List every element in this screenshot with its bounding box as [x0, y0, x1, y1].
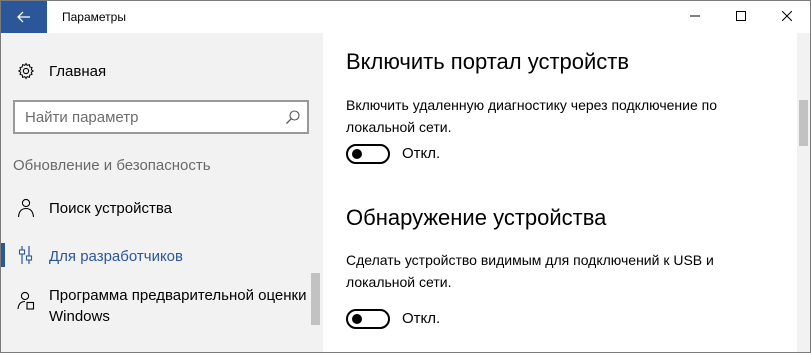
sidebar-item-insider[interactable]: Программа предварительной оценки Windows — [1, 285, 311, 335]
main-scrollbar-thumb[interactable] — [799, 100, 808, 146]
main-scrollbar-track[interactable] — [797, 33, 810, 352]
maximize-button[interactable] — [718, 1, 764, 33]
minimize-icon — [690, 8, 700, 26]
person-locate-icon — [17, 198, 35, 218]
toggle-state-label: Откл. — [402, 145, 441, 162]
toggle-knob — [352, 149, 362, 159]
search-icon[interactable] — [285, 109, 301, 125]
toggle-state-label: Откл. — [402, 310, 441, 327]
device-portal-toggle[interactable] — [346, 144, 390, 164]
sidebar-item-home[interactable]: Главная — [1, 53, 323, 89]
sidebar-item-developers[interactable]: Для разработчиков — [1, 243, 311, 273]
sidebar-item-label: Главная — [49, 63, 107, 80]
sidebar-item-label: Программа предварительной оценки — [49, 287, 307, 304]
sidebar: Главная Обновление и безопасность Поиск … — [1, 33, 323, 352]
section-heading-device-portal: Включить портал устройств — [346, 49, 630, 74]
section-header: Обновление и безопасность — [13, 157, 211, 174]
window-title: Параметры — [62, 10, 126, 24]
close-icon — [781, 8, 793, 26]
sidebar-item-label-line2: Windows — [49, 308, 110, 325]
sidebar-scrollbar-thumb[interactable] — [311, 273, 320, 325]
search-box[interactable] — [13, 100, 309, 134]
toggle-knob — [352, 314, 362, 324]
device-discovery-toggle[interactable] — [346, 309, 390, 329]
sidebar-item-find-device[interactable]: Поиск устройства — [1, 195, 311, 225]
maximize-icon — [736, 8, 746, 26]
active-indicator — [1, 243, 5, 267]
section-description-device-discovery: Сделать устройство видимым для подключен… — [346, 252, 714, 290]
back-arrow-icon — [17, 11, 31, 23]
search-input[interactable] — [15, 102, 277, 132]
developer-tools-icon — [17, 245, 35, 264]
title-bar: Параметры — [1, 1, 810, 33]
section-heading-device-discovery: Обнаружение устройства — [346, 205, 607, 230]
gear-icon — [17, 62, 35, 80]
settings-window: Параметры Главная Найти параметр Обновле… — [0, 0, 811, 353]
insider-person-icon — [17, 291, 35, 310]
section-description-device-portal: Включить удаленную диагностику через под… — [346, 97, 717, 135]
main-content: Включить портал устройств Включить удале… — [323, 33, 797, 352]
back-button[interactable] — [1, 1, 47, 33]
sidebar-item-label: Для разработчиков — [49, 248, 183, 265]
close-button[interactable] — [764, 1, 810, 33]
minimize-button[interactable] — [672, 1, 718, 33]
sidebar-item-label: Поиск устройства — [49, 200, 173, 217]
